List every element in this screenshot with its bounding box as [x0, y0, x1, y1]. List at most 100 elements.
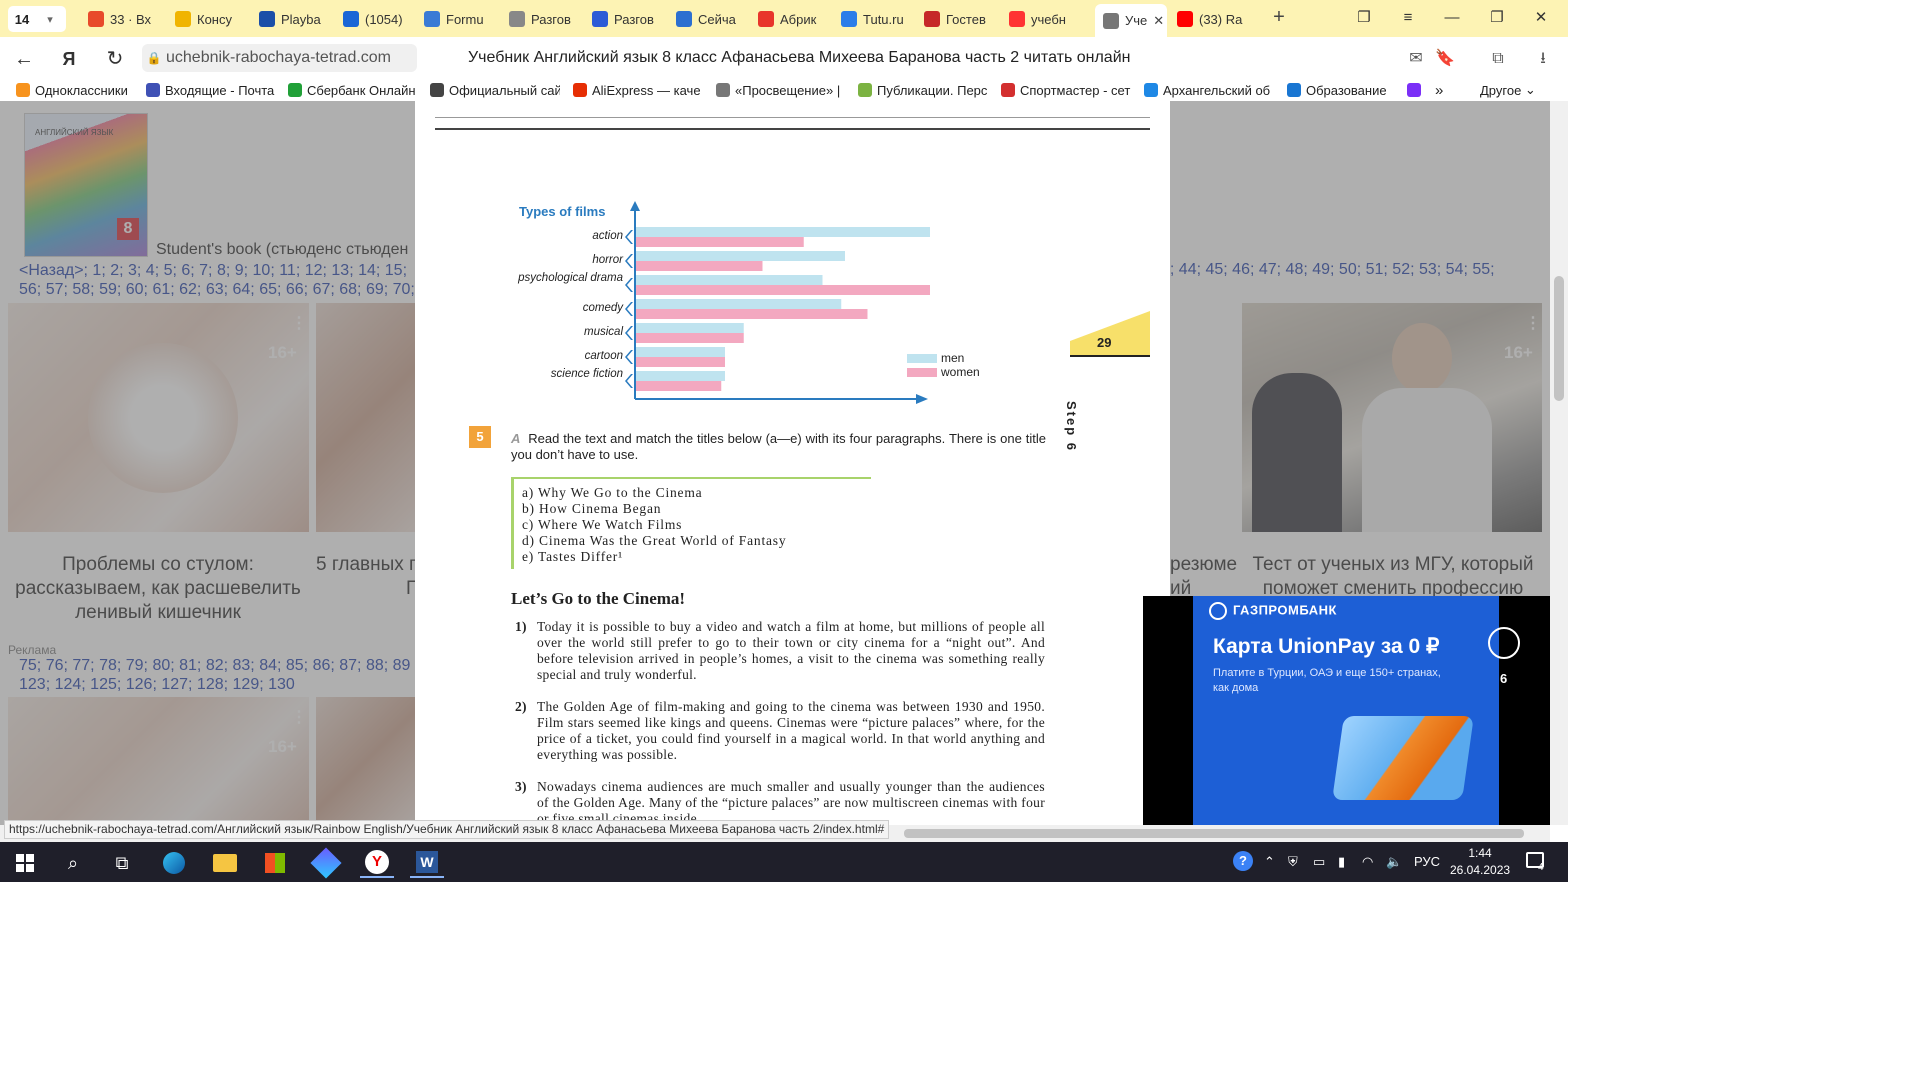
store-icon[interactable]: [258, 848, 292, 878]
page-links-row[interactable]: 123; 124; 125; 126; 127; 128; 129; 130: [19, 675, 410, 694]
search-icon[interactable]: ⌕: [56, 848, 90, 878]
bookmark-item[interactable]: Официальный сай: [430, 81, 560, 99]
url-field[interactable]: 🔒 uchebnik-rabochaya-tetrad.com: [142, 44, 417, 72]
tab-counter-button[interactable]: 14 ▾: [8, 6, 66, 32]
browser-tab[interactable]: Разгов: [509, 6, 587, 32]
tab-favicon-icon: [88, 11, 104, 27]
battery-icon[interactable]: ▮: [1338, 854, 1345, 870]
wifi-icon[interactable]: ◠: [1362, 854, 1373, 870]
bookmark-label: AliExpress — каче: [592, 82, 701, 98]
tab-label: Гостев: [946, 11, 986, 27]
bank-ad[interactable]: ГАЗПРОМБАНК Карта UnionPay за 0 ₽ Платит…: [1193, 596, 1499, 825]
book-cover-image[interactable]: АНГЛИЙСКИЙ ЯЗЫК 8: [24, 113, 148, 257]
browser-tab[interactable]: Formu: [424, 6, 502, 32]
language-indicator[interactable]: РУС: [1414, 854, 1440, 869]
card-image[interactable]: [316, 697, 416, 825]
tab-favicon-icon: [424, 11, 440, 27]
reload-button[interactable]: ↻: [101, 45, 129, 73]
collections-icon[interactable]: ⧉: [1486, 47, 1510, 71]
browser-tab[interactable]: Консу: [175, 6, 253, 32]
bookmark-item[interactable]: Образование: [1287, 81, 1397, 99]
card-photo-shape: [88, 343, 238, 493]
copilot-icon[interactable]: [309, 847, 343, 879]
antivirus-icon[interactable]: ⛨: [1288, 854, 1298, 870]
browser-tab[interactable]: 33 · Вх: [88, 6, 166, 32]
yandex-browser-icon[interactable]: Y: [360, 848, 394, 878]
tab-label: Tutu.ru: [863, 11, 904, 27]
card-image[interactable]: [8, 303, 309, 532]
title-option: d) Cinema Was the Great World of Fantasy: [522, 533, 787, 548]
browser-tab[interactable]: Сейча: [676, 6, 754, 32]
extensions-icon[interactable]: ✉: [1404, 47, 1428, 71]
yandex-icon[interactable]: Я: [55, 45, 83, 73]
bookmark-favicon-icon: [146, 83, 160, 97]
clock[interactable]: 1:44 26.04.2023: [1450, 845, 1510, 879]
download-icon[interactable]: ⭳: [1531, 47, 1555, 71]
tab-favicon-icon: [175, 11, 191, 27]
edge-icon[interactable]: [157, 848, 191, 878]
vertical-scrollbar[interactable]: [1550, 101, 1568, 825]
card-title[interactable]: резюме: [1170, 553, 1240, 577]
bookmark-item[interactable]: AliExpress — каче: [573, 81, 703, 99]
bookmark-item[interactable]: Архангельский об: [1144, 81, 1274, 99]
more-options-icon[interactable]: ⋮: [1525, 313, 1541, 333]
volume-icon[interactable]: 🔈: [1386, 854, 1402, 870]
bookmark-label: Публикации. Перс: [877, 82, 988, 98]
bookmark-icon[interactable]: 🔖: [1433, 47, 1457, 71]
scrollbar-thumb[interactable]: [904, 829, 1524, 838]
more-options-icon[interactable]: ⋮: [291, 707, 307, 727]
chevron-up-icon[interactable]: ⌃: [1264, 854, 1275, 870]
browser-tab[interactable]: Гостев: [924, 6, 1002, 32]
browser-tab[interactable]: Разгов: [592, 6, 670, 32]
more-bookmarks-icon[interactable]: »: [1435, 81, 1443, 99]
browser-tab[interactable]: Уче ✕: [1095, 4, 1167, 37]
browser-tab[interactable]: (1054): [343, 6, 421, 32]
collections-icon[interactable]: ❐: [1344, 6, 1384, 30]
word-icon[interactable]: W: [410, 848, 444, 878]
bookmark-item[interactable]: Спортмастер - сет: [1001, 81, 1131, 99]
device-icon[interactable]: ▭: [1313, 854, 1325, 870]
bookmark-favicon-icon: [1144, 83, 1158, 97]
other-bookmarks-button[interactable]: Другое ⌄: [1480, 81, 1536, 99]
more-options-icon[interactable]: ⋮: [1216, 313, 1232, 333]
maximize-button[interactable]: ❐: [1477, 6, 1517, 30]
windows-start-icon[interactable]: [8, 848, 42, 878]
bookmark-item[interactable]: Входящие - Почта: [146, 81, 276, 99]
card-title[interactable]: Проблемы со стулом: рассказываем, как ра…: [10, 553, 306, 625]
bank-card-image: [1332, 716, 1474, 800]
browser-tab[interactable]: учебн: [1009, 6, 1087, 32]
file-explorer-icon[interactable]: [208, 848, 242, 878]
bookmark-item[interactable]: Сбербанк Онлайн: [288, 81, 418, 99]
browser-tab[interactable]: (33) Ra: [1177, 6, 1255, 32]
bookmark-item[interactable]: «Просвещение» |: [716, 81, 846, 99]
card-image[interactable]: [316, 303, 416, 532]
notifications-icon[interactable]: 4: [1526, 852, 1544, 873]
more-options-icon[interactable]: ⋮: [291, 313, 307, 333]
bank-logo: ГАЗПРОМБАНК: [1209, 602, 1337, 620]
bookmark-item[interactable]: Одноклассники: [16, 81, 136, 99]
browser-tab[interactable]: Tutu.ru: [841, 6, 919, 32]
legend-item-women: women: [907, 365, 980, 379]
browser-tab[interactable]: Абрик: [758, 6, 836, 32]
card-image[interactable]: [1242, 303, 1542, 532]
legend-label: men: [941, 351, 965, 365]
ad-timer-icon[interactable]: [1488, 627, 1520, 659]
bookmark-item[interactable]: Публикации. Перс: [858, 81, 988, 99]
new-tab-button[interactable]: +: [1268, 6, 1290, 30]
card-title[interactable]: Тест от ученых из МГУ, который поможет с…: [1245, 553, 1541, 601]
help-icon[interactable]: ?: [1233, 851, 1253, 871]
bookmark-purple-icon[interactable]: [1407, 81, 1426, 99]
minimize-button[interactable]: —: [1432, 6, 1472, 30]
card-title[interactable]: 5 главных п: [316, 553, 416, 577]
page-links-row-right[interactable]: 3; 44; 45; 46; 47; 48; 49; 50; 51; 52; 5…: [1161, 261, 1495, 279]
bar-women-cartoon: [635, 357, 725, 367]
close-window-button[interactable]: ✕: [1521, 6, 1561, 30]
menu-icon[interactable]: ≡: [1388, 6, 1428, 30]
close-tab-icon[interactable]: ✕: [1153, 13, 1164, 29]
card-image[interactable]: [8, 697, 309, 825]
back-button[interactable]: ←: [10, 45, 38, 73]
scrollbar-thumb[interactable]: [1554, 276, 1564, 401]
page-links-row[interactable]: 75; 76; 77; 78; 79; 80; 81; 82; 83; 84; …: [19, 656, 410, 675]
task-view-icon[interactable]: ⧉: [105, 848, 139, 878]
browser-tab[interactable]: Playba: [259, 6, 337, 32]
